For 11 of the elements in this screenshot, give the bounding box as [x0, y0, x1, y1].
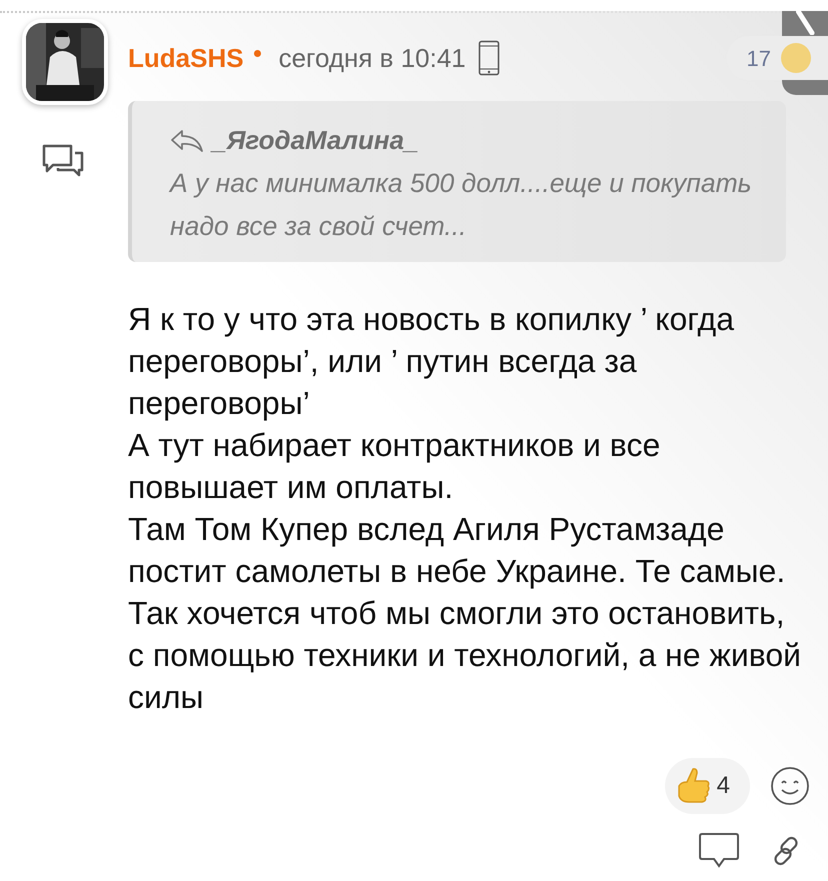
- comment-paragraph: Так хочется чтоб мы смогли это остановить, с помощью техники и технологий, а не живой силы: [128, 594, 802, 717]
- timestamp: сегодня в 10:41: [278, 42, 466, 74]
- reaction-count: 4: [716, 771, 730, 801]
- author-name[interactable]: LudaSHS: [128, 38, 244, 78]
- quote-author[interactable]: _ЯгодаМалина_: [212, 121, 418, 160]
- comment-paragraph: А тут набирает контрактников и все повышает им оплаты.: [128, 426, 662, 507]
- count-label: 17: [746, 44, 771, 72]
- like-reaction[interactable]: 4: [664, 758, 750, 814]
- quote-text: А у нас минималка 500 долл....еще и покупать надо все за свой счет...: [170, 167, 753, 243]
- comment-paragraph: Там Том Купер вслед Агиля Рустамзаде постит самолеты в небе Украине. Те самые.: [128, 510, 786, 591]
- comment-paragraph: Я к то у что эта новость в копилку ’ когда переговоры’, или ’ путин всегда за переговоры’: [128, 300, 735, 423]
